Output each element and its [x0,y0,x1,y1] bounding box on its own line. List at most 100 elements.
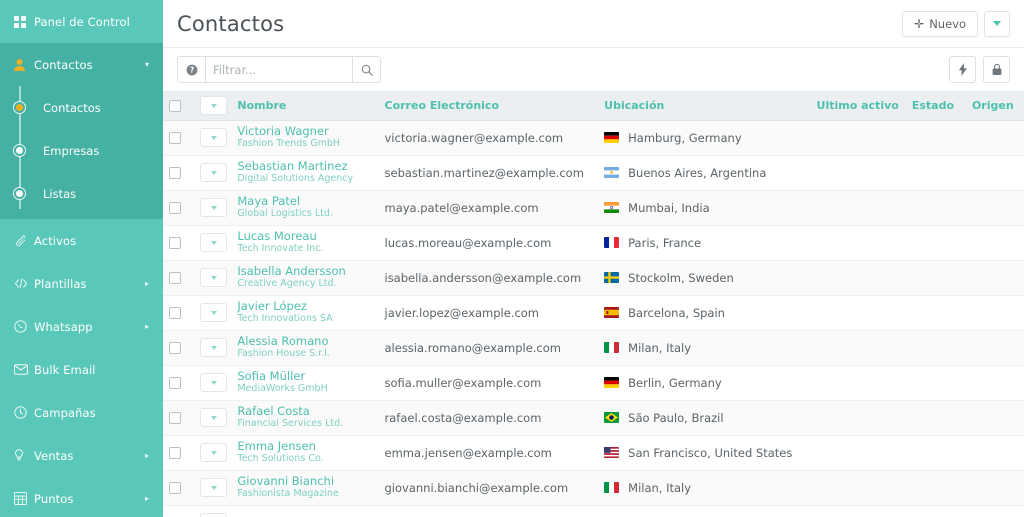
row-dropdown-button[interactable] [200,478,228,497]
table-body: Victoria Wagner Fashion Trends GmbH victor… [163,120,1024,517]
table-row[interactable]: Javier López Tech Innovations SA javier.lo… [163,295,1024,331]
sidebar-item-panel-de-control[interactable]: Panel de Control [0,0,163,43]
row-dropdown-button[interactable] [200,268,228,287]
table-head: Nombre Correo Electrónico Ubicación Ulti… [163,92,1024,121]
table-row[interactable]: Lucas Moreau Tech Innovate Inc. lucas.more… [163,225,1024,261]
cell-location: Mumbai, India [598,190,811,226]
table-row[interactable]: Isabella Andersson Creative Agency Ltd. is… [163,260,1024,296]
sidebar-item-activos[interactable]: Activos [0,219,163,262]
contact-name-link[interactable]: Alessia Romano [237,335,372,348]
cell-name: Javier López Tech Innovations SA [231,295,379,331]
th-ubicacion[interactable]: Ubicación [598,92,811,121]
header-dropdown-button[interactable] [200,96,228,116]
cell-name: Lucas Moreau Tech Innovate Inc. [231,225,379,261]
actions-button[interactable] [949,56,976,83]
row-checkbox[interactable] [169,271,181,284]
table-row[interactable] [163,505,1024,517]
sidebar-item-plantillas[interactable]: Plantillas ▸ [0,262,163,305]
row-checkbox[interactable] [169,341,181,354]
contact-name-link[interactable]: Isabella Andersson [237,265,372,278]
sidebar-item-campanas[interactable]: Campañas [0,391,163,434]
row-dropdown-button[interactable] [200,373,228,392]
row-dropdown-button[interactable] [200,163,228,182]
table-row[interactable]: Rafael Costa Financial Services Ltd. rafae… [163,400,1024,436]
sidebar-item-ventas[interactable]: Ventas ▸ [0,434,163,477]
row-checkbox[interactable] [169,166,181,179]
contact-name-link[interactable]: Giovanni Bianchi [237,475,372,488]
chevron-down-icon [210,380,217,385]
search-input[interactable] [205,56,353,83]
cell-location: San Francisco, United States [598,435,811,471]
th-estado[interactable]: Estado [905,92,966,121]
sidebar-item-contactos-sub[interactable]: Contactos [0,86,163,129]
sidebar-item-empresas[interactable]: Empresas [0,129,163,172]
question-circle-icon[interactable]: ? [177,56,205,83]
location-label: Hamburg, Germany [628,130,742,145]
contact-name-link[interactable]: Rafael Costa [237,405,372,418]
row-dropdown-button[interactable] [200,443,228,462]
contact-name-link[interactable]: Sofia Müller [237,370,372,383]
chevron-down-icon [210,275,217,280]
row-checkbox[interactable] [169,131,181,144]
contact-name-link[interactable]: Javier López [237,300,372,313]
sidebar-item-bulk-email[interactable]: Bulk Email [0,348,163,391]
cell-origin [965,435,1024,471]
row-checkbox[interactable] [169,236,181,249]
th-nombre[interactable]: Nombre [231,92,379,121]
contacts-table-container[interactable]: Nombre Correo Electrónico Ubicación Ulti… [163,92,1024,517]
row-checkbox[interactable] [169,306,181,319]
table-header-row: Nombre Correo Electrónico Ubicación Ulti… [163,92,1024,121]
row-dropdown-button[interactable] [200,233,228,252]
row-dropdown-button[interactable] [200,128,228,147]
sidebar-item-puntos[interactable]: Puntos ▸ [0,477,163,517]
cell-name: Emma Jensen Tech Solutions Co. [231,435,379,471]
new-button[interactable]: ✛ Nuevo [902,10,978,37]
permissions-button[interactable] [983,56,1010,83]
row-checkbox[interactable] [169,376,181,389]
th-origen[interactable]: Origen [965,92,1024,121]
contact-company: Tech Innovations SA [237,313,333,324]
cell-status [905,505,966,517]
search-button[interactable] [353,56,381,83]
row-dropdown-button[interactable] [200,303,228,322]
cell-email: victoria.wagner@example.com [378,120,599,156]
sidebar-item-listas[interactable]: Listas [0,172,163,215]
table-row[interactable]: Alessia Romano Fashion House S.r.l. alessi… [163,330,1024,366]
row-dropdown-button[interactable] [200,513,228,517]
row-checkbox[interactable] [169,446,181,459]
contact-name-link[interactable]: Emma Jensen [237,440,372,453]
svg-text:?: ? [189,65,193,74]
location-label: Paris, France [628,235,702,250]
table-row[interactable]: Sofia Müller MediaWorks GmbH sofia.muller@… [163,365,1024,401]
bullet-dot-icon [14,145,25,156]
cell-name: Victoria Wagner Fashion Trends GmbH [231,120,379,156]
contact-company: Creative Agency Ltd. [237,278,337,289]
table-row[interactable]: Maya Patel Global Logistics Ltd. maya.pate… [163,190,1024,226]
table-row[interactable]: Emma Jensen Tech Solutions Co. emma.jensen… [163,435,1024,471]
table-row[interactable]: Victoria Wagner Fashion Trends GmbH victor… [163,120,1024,156]
cell-email: maya.patel@example.com [378,190,599,226]
th-correo-electronico[interactable]: Correo Electrónico [378,92,599,121]
row-checkbox[interactable] [169,201,181,214]
cell-actions [194,330,232,366]
row-dropdown-button[interactable] [200,408,228,427]
new-dropdown-button[interactable] [984,10,1010,37]
location-label: Barcelona, Spain [628,305,725,320]
contact-name-link[interactable]: Lucas Moreau [237,230,372,243]
select-all-checkbox[interactable] [169,99,181,112]
cell-select [163,470,195,506]
cell-actions [194,190,232,226]
row-checkbox[interactable] [169,481,181,494]
contact-name-link[interactable]: Sebastian Martinez [237,160,372,173]
row-dropdown-button[interactable] [200,338,228,357]
table-row[interactable]: Sebastian Martinez Digital Solutions Agen… [163,155,1024,191]
sidebar-item-contactos[interactable]: Contactos ▾ [0,43,163,86]
row-dropdown-button[interactable] [200,198,228,217]
contact-name-link[interactable]: Maya Patel [237,195,372,208]
contact-name-link[interactable]: Victoria Wagner [237,125,372,138]
contact-company: Tech Solutions Co. [237,453,324,464]
sidebar-item-whatsapp[interactable]: Whatsapp ▸ [0,305,163,348]
th-ultimo-activo[interactable]: Ultimo activo [810,92,906,121]
row-checkbox[interactable] [169,411,181,424]
table-row[interactable]: Giovanni Bianchi Fashionista Magazine giov… [163,470,1024,506]
